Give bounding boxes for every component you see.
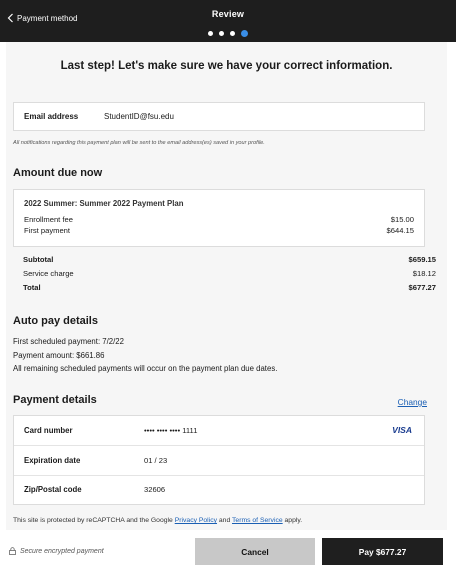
subtotal-row: Subtotal $659.15	[23, 255, 436, 264]
email-card: Email address StudentID@fsu.edu	[13, 102, 425, 131]
secure-payment-text: Secure encrypted payment	[20, 547, 104, 555]
zip-value: 32606	[144, 485, 166, 494]
card-number-row: Card number •••• •••• •••• 1111 VISA	[14, 416, 424, 446]
terms-of-service-link[interactable]: Terms of Service	[232, 517, 283, 524]
remaining-payments-note: All remaining scheduled payments will oc…	[13, 364, 278, 373]
line-item-amount: $644.15	[386, 226, 414, 235]
service-charge-label: Service charge	[23, 269, 74, 278]
visa-logo-icon: VISA	[392, 425, 412, 435]
recaptcha-and: and	[218, 517, 231, 524]
cancel-button[interactable]: Cancel	[195, 538, 315, 565]
total-value: $677.27	[408, 283, 436, 292]
amount-due-title: Amount due now	[13, 167, 103, 179]
expiration-row: Expiration date 01 / 23	[14, 446, 424, 476]
card-number-value: •••• •••• •••• 1111	[144, 426, 198, 435]
top-bar: Payment method Review	[0, 0, 456, 42]
email-label: Email address	[24, 112, 79, 121]
service-charge-row: Service charge $18.12	[23, 269, 436, 278]
step-dot-active	[241, 30, 248, 38]
recaptcha-notice: This site is protected by reCAPTCHA and …	[13, 517, 302, 524]
step-dot	[219, 31, 224, 37]
total-label: Total	[23, 283, 41, 292]
review-heading: Last step! Let's make sure we have your …	[60, 60, 393, 72]
payment-details-card: Card number •••• •••• •••• 1111 VISA Exp…	[13, 415, 425, 505]
line-item-label: Enrollment fee	[24, 215, 73, 224]
first-payment-text: First scheduled payment: 7/2/22	[13, 337, 124, 346]
subtotal-label: Subtotal	[23, 255, 54, 264]
amount-due-card: 2022 Summer: Summer 2022 Payment Plan En…	[13, 189, 425, 247]
privacy-policy-link[interactable]: Privacy Policy	[175, 517, 217, 524]
card-number-label: Card number	[24, 426, 73, 435]
line-item: First payment $644.15	[24, 226, 414, 235]
review-panel: Last step! Let's make sure we have your …	[6, 42, 447, 530]
secure-payment-label: Secure encrypted payment	[9, 547, 104, 555]
subtotal-value: $659.15	[408, 255, 436, 264]
zip-row: Zip/Postal code 32606	[14, 475, 424, 504]
pay-button[interactable]: Pay $677.27	[322, 538, 443, 565]
email-value: StudentID@fsu.edu	[104, 112, 174, 121]
expiration-label: Expiration date	[24, 456, 81, 465]
step-dot	[230, 31, 235, 37]
page-title: Review	[211, 9, 245, 19]
lock-icon	[9, 547, 16, 555]
step-dot	[208, 31, 213, 37]
payment-amount-text: Payment amount: $661.86	[13, 351, 105, 360]
autopay-title: Auto pay details	[13, 315, 98, 327]
zip-label: Zip/Postal code	[24, 485, 82, 494]
total-row: Total $677.27	[23, 283, 436, 292]
change-payment-link[interactable]: Change	[398, 397, 427, 407]
line-item-label: First payment	[24, 226, 70, 235]
footer-bar: Secure encrypted payment Cancel Pay $677…	[0, 530, 456, 575]
recaptcha-suffix: apply.	[284, 517, 303, 524]
payment-details-title: Payment details	[13, 394, 97, 406]
line-item: Enrollment fee $15.00	[24, 215, 414, 224]
step-indicator	[0, 25, 456, 38]
service-charge-value: $18.12	[412, 269, 436, 278]
notification-note: All notifications regarding this payment…	[13, 140, 265, 146]
expiration-value: 01 / 23	[144, 456, 168, 465]
line-item-amount: $15.00	[390, 215, 414, 224]
recaptcha-prefix: This site is protected by reCAPTCHA and …	[13, 517, 173, 524]
plan-title: 2022 Summer: Summer 2022 Payment Plan	[24, 199, 184, 208]
